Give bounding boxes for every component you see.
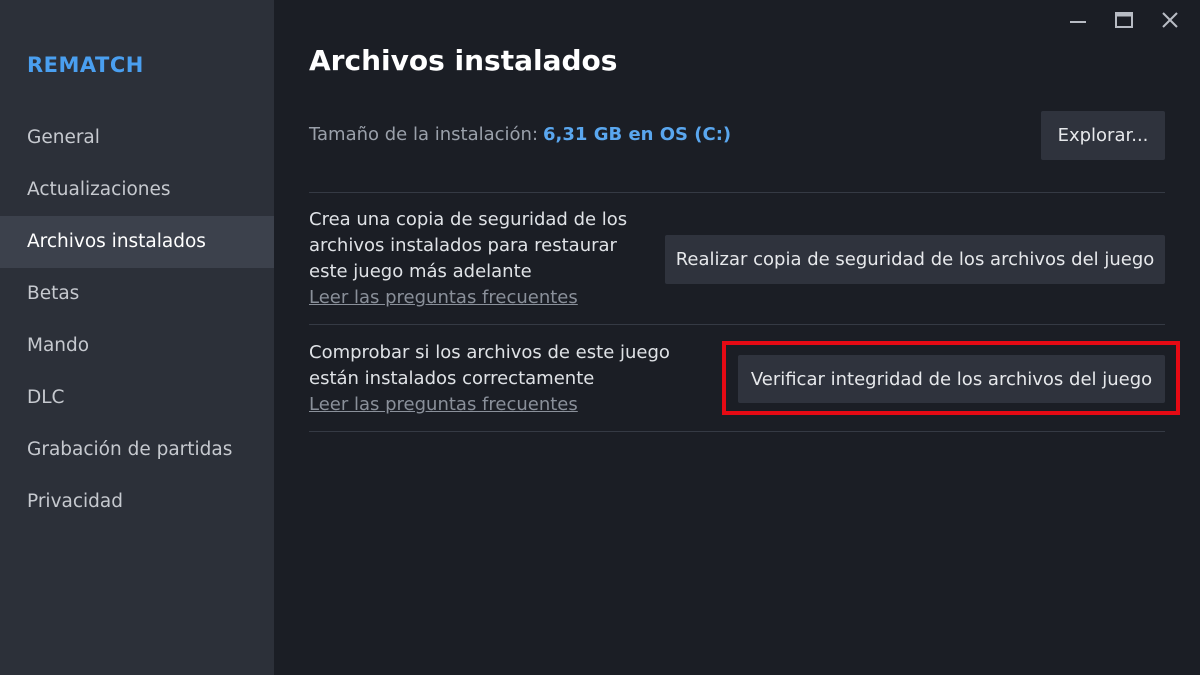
verify-description: Comprobar si los archivos de este juego … bbox=[309, 340, 709, 418]
backup-text-line: archivos instalados para restaurar bbox=[309, 235, 617, 256]
sidebar-item-general[interactable]: General bbox=[0, 112, 274, 164]
browse-button[interactable]: Explorar... bbox=[1041, 111, 1165, 160]
backup-faq-link[interactable]: Leer las preguntas frecuentes bbox=[309, 285, 659, 311]
sidebar-item-controller[interactable]: Mando bbox=[0, 320, 274, 372]
backup-text-line: este juego más adelante bbox=[309, 261, 532, 282]
verify-integrity-button[interactable]: Verificar integridad de los archivos del… bbox=[738, 355, 1165, 403]
page-title: Archivos instalados bbox=[309, 44, 618, 77]
backup-text-line: Crea una copia de seguridad de los bbox=[309, 209, 628, 230]
sidebar-item-dlc[interactable]: DLC bbox=[0, 372, 274, 424]
maximize-button[interactable] bbox=[1102, 6, 1146, 34]
sidebar-item-game-recording[interactable]: Grabación de partidas bbox=[0, 424, 274, 476]
maximize-icon bbox=[1115, 12, 1133, 28]
divider bbox=[309, 192, 1165, 193]
sidebar-item-installed-files[interactable]: Archivos instalados bbox=[0, 216, 274, 268]
backup-description: Crea una copia de seguridad de los archi… bbox=[309, 207, 659, 311]
install-size-row: Tamaño de la instalación: 6,31 GB en OS (… bbox=[309, 124, 731, 145]
backup-game-files-button[interactable]: Realizar copia de seguridad de los archi… bbox=[665, 235, 1165, 284]
sidebar: REMATCH General Actualizaciones Archivos… bbox=[0, 0, 274, 675]
sidebar-nav: General Actualizaciones Archivos instala… bbox=[0, 112, 274, 528]
verify-text-line: Comprobar si los archivos de este juego bbox=[309, 342, 670, 363]
close-button[interactable] bbox=[1148, 6, 1192, 34]
install-size-label: Tamaño de la instalación: bbox=[309, 124, 539, 145]
steam-properties-window: REMATCH General Actualizaciones Archivos… bbox=[0, 0, 1200, 675]
install-size-value: 6,31 GB en OS (C:) bbox=[543, 124, 732, 145]
verify-faq-link[interactable]: Leer las preguntas frecuentes bbox=[309, 392, 709, 418]
divider bbox=[309, 324, 1165, 325]
sidebar-item-betas[interactable]: Betas bbox=[0, 268, 274, 320]
main-panel: Archivos instalados Tamaño de la instala… bbox=[274, 0, 1200, 675]
game-title: REMATCH bbox=[27, 53, 144, 77]
sidebar-item-privacy[interactable]: Privacidad bbox=[0, 476, 274, 528]
window-controls bbox=[1056, 6, 1192, 34]
sidebar-item-updates[interactable]: Actualizaciones bbox=[0, 164, 274, 216]
minimize-button[interactable] bbox=[1056, 6, 1100, 34]
verify-text-line: están instalados correctamente bbox=[309, 368, 595, 389]
close-icon bbox=[1162, 12, 1178, 28]
minimize-icon bbox=[1070, 21, 1086, 23]
divider bbox=[309, 431, 1165, 432]
